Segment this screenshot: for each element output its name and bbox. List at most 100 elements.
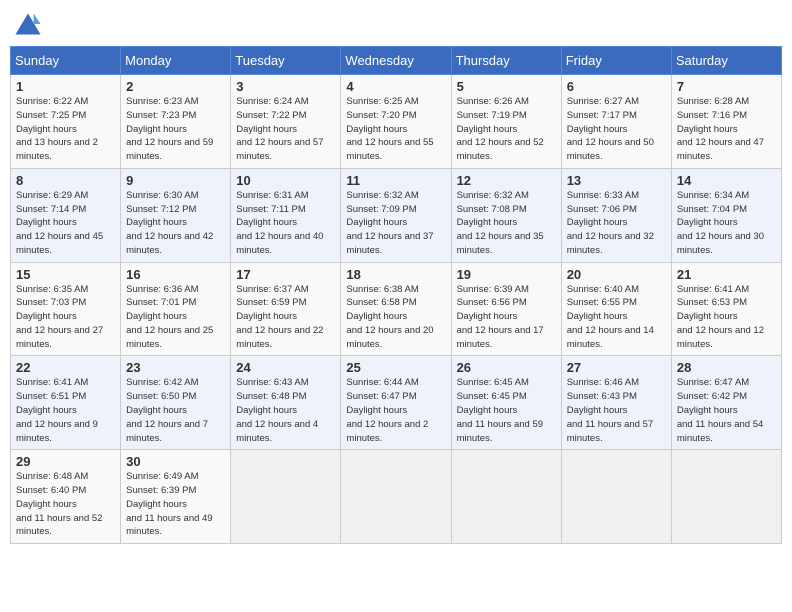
calendar-cell: 19 Sunrise: 6:39 AM Sunset: 6:56 PM Dayl…: [451, 262, 561, 356]
day-number: 21: [677, 267, 776, 282]
day-info: Sunrise: 6:45 AM Sunset: 6:45 PM Dayligh…: [457, 376, 556, 445]
day-info: Sunrise: 6:32 AM Sunset: 7:08 PM Dayligh…: [457, 189, 556, 258]
day-info: Sunrise: 6:41 AM Sunset: 6:53 PM Dayligh…: [677, 283, 776, 352]
day-number: 29: [16, 454, 115, 469]
calendar-cell: 30 Sunrise: 6:49 AM Sunset: 6:39 PM Dayl…: [121, 450, 231, 544]
calendar-cell: 15 Sunrise: 6:35 AM Sunset: 7:03 PM Dayl…: [11, 262, 121, 356]
day-number: 25: [346, 360, 445, 375]
calendar-cell: 16 Sunrise: 6:36 AM Sunset: 7:01 PM Dayl…: [121, 262, 231, 356]
day-info: Sunrise: 6:25 AM Sunset: 7:20 PM Dayligh…: [346, 95, 445, 164]
day-info: Sunrise: 6:30 AM Sunset: 7:12 PM Dayligh…: [126, 189, 225, 258]
day-of-week-header: Friday: [561, 47, 671, 75]
calendar-cell: 22 Sunrise: 6:41 AM Sunset: 6:51 PM Dayl…: [11, 356, 121, 450]
day-info: Sunrise: 6:27 AM Sunset: 7:17 PM Dayligh…: [567, 95, 666, 164]
day-number: 22: [16, 360, 115, 375]
calendar-cell: 6 Sunrise: 6:27 AM Sunset: 7:17 PM Dayli…: [561, 75, 671, 169]
day-number: 6: [567, 79, 666, 94]
calendar-cell: 9 Sunrise: 6:30 AM Sunset: 7:12 PM Dayli…: [121, 168, 231, 262]
calendar-cell: [231, 450, 341, 544]
calendar-cell: 25 Sunrise: 6:44 AM Sunset: 6:47 PM Dayl…: [341, 356, 451, 450]
day-number: 1: [16, 79, 115, 94]
calendar-cell: [671, 450, 781, 544]
calendar-cell: 2 Sunrise: 6:23 AM Sunset: 7:23 PM Dayli…: [121, 75, 231, 169]
day-number: 26: [457, 360, 556, 375]
day-number: 2: [126, 79, 225, 94]
day-info: Sunrise: 6:49 AM Sunset: 6:39 PM Dayligh…: [126, 470, 225, 539]
calendar-cell: [451, 450, 561, 544]
day-info: Sunrise: 6:24 AM Sunset: 7:22 PM Dayligh…: [236, 95, 335, 164]
calendar-cell: 18 Sunrise: 6:38 AM Sunset: 6:58 PM Dayl…: [341, 262, 451, 356]
day-number: 17: [236, 267, 335, 282]
day-info: Sunrise: 6:41 AM Sunset: 6:51 PM Dayligh…: [16, 376, 115, 445]
calendar-cell: 5 Sunrise: 6:26 AM Sunset: 7:19 PM Dayli…: [451, 75, 561, 169]
day-number: 14: [677, 173, 776, 188]
calendar-cell: 26 Sunrise: 6:45 AM Sunset: 6:45 PM Dayl…: [451, 356, 561, 450]
day-number: 12: [457, 173, 556, 188]
day-number: 18: [346, 267, 445, 282]
day-info: Sunrise: 6:23 AM Sunset: 7:23 PM Dayligh…: [126, 95, 225, 164]
day-number: 30: [126, 454, 225, 469]
calendar-cell: 24 Sunrise: 6:43 AM Sunset: 6:48 PM Dayl…: [231, 356, 341, 450]
page-header: [10, 10, 782, 38]
logo-icon: [14, 10, 42, 38]
day-number: 16: [126, 267, 225, 282]
day-number: 28: [677, 360, 776, 375]
day-of-week-header: Wednesday: [341, 47, 451, 75]
day-number: 24: [236, 360, 335, 375]
calendar-cell: 13 Sunrise: 6:33 AM Sunset: 7:06 PM Dayl…: [561, 168, 671, 262]
day-number: 15: [16, 267, 115, 282]
calendar-cell: 3 Sunrise: 6:24 AM Sunset: 7:22 PM Dayli…: [231, 75, 341, 169]
calendar-cell: 17 Sunrise: 6:37 AM Sunset: 6:59 PM Dayl…: [231, 262, 341, 356]
day-info: Sunrise: 6:43 AM Sunset: 6:48 PM Dayligh…: [236, 376, 335, 445]
calendar-cell: 4 Sunrise: 6:25 AM Sunset: 7:20 PM Dayli…: [341, 75, 451, 169]
day-number: 9: [126, 173, 225, 188]
day-number: 8: [16, 173, 115, 188]
calendar-cell: 27 Sunrise: 6:46 AM Sunset: 6:43 PM Dayl…: [561, 356, 671, 450]
calendar-cell: 11 Sunrise: 6:32 AM Sunset: 7:09 PM Dayl…: [341, 168, 451, 262]
day-info: Sunrise: 6:28 AM Sunset: 7:16 PM Dayligh…: [677, 95, 776, 164]
calendar-cell: 23 Sunrise: 6:42 AM Sunset: 6:50 PM Dayl…: [121, 356, 231, 450]
calendar-cell: [561, 450, 671, 544]
day-info: Sunrise: 6:35 AM Sunset: 7:03 PM Dayligh…: [16, 283, 115, 352]
day-of-week-header: Monday: [121, 47, 231, 75]
day-number: 4: [346, 79, 445, 94]
day-info: Sunrise: 6:26 AM Sunset: 7:19 PM Dayligh…: [457, 95, 556, 164]
day-info: Sunrise: 6:32 AM Sunset: 7:09 PM Dayligh…: [346, 189, 445, 258]
day-info: Sunrise: 6:47 AM Sunset: 6:42 PM Dayligh…: [677, 376, 776, 445]
day-of-week-header: Saturday: [671, 47, 781, 75]
day-info: Sunrise: 6:34 AM Sunset: 7:04 PM Dayligh…: [677, 189, 776, 258]
calendar-cell: 21 Sunrise: 6:41 AM Sunset: 6:53 PM Dayl…: [671, 262, 781, 356]
calendar-cell: 29 Sunrise: 6:48 AM Sunset: 6:40 PM Dayl…: [11, 450, 121, 544]
day-info: Sunrise: 6:44 AM Sunset: 6:47 PM Dayligh…: [346, 376, 445, 445]
day-info: Sunrise: 6:40 AM Sunset: 6:55 PM Dayligh…: [567, 283, 666, 352]
day-number: 7: [677, 79, 776, 94]
day-info: Sunrise: 6:42 AM Sunset: 6:50 PM Dayligh…: [126, 376, 225, 445]
day-of-week-header: Thursday: [451, 47, 561, 75]
day-info: Sunrise: 6:46 AM Sunset: 6:43 PM Dayligh…: [567, 376, 666, 445]
calendar-cell: 20 Sunrise: 6:40 AM Sunset: 6:55 PM Dayl…: [561, 262, 671, 356]
calendar-cell: 7 Sunrise: 6:28 AM Sunset: 7:16 PM Dayli…: [671, 75, 781, 169]
day-info: Sunrise: 6:31 AM Sunset: 7:11 PM Dayligh…: [236, 189, 335, 258]
day-number: 27: [567, 360, 666, 375]
calendar-cell: 12 Sunrise: 6:32 AM Sunset: 7:08 PM Dayl…: [451, 168, 561, 262]
day-number: 5: [457, 79, 556, 94]
day-number: 3: [236, 79, 335, 94]
calendar-table: SundayMondayTuesdayWednesdayThursdayFrid…: [10, 46, 782, 544]
day-info: Sunrise: 6:39 AM Sunset: 6:56 PM Dayligh…: [457, 283, 556, 352]
day-info: Sunrise: 6:22 AM Sunset: 7:25 PM Dayligh…: [16, 95, 115, 164]
day-info: Sunrise: 6:36 AM Sunset: 7:01 PM Dayligh…: [126, 283, 225, 352]
calendar-cell: 28 Sunrise: 6:47 AM Sunset: 6:42 PM Dayl…: [671, 356, 781, 450]
day-info: Sunrise: 6:29 AM Sunset: 7:14 PM Dayligh…: [16, 189, 115, 258]
calendar-cell: [341, 450, 451, 544]
day-info: Sunrise: 6:33 AM Sunset: 7:06 PM Dayligh…: [567, 189, 666, 258]
day-number: 13: [567, 173, 666, 188]
day-info: Sunrise: 6:37 AM Sunset: 6:59 PM Dayligh…: [236, 283, 335, 352]
calendar-cell: 8 Sunrise: 6:29 AM Sunset: 7:14 PM Dayli…: [11, 168, 121, 262]
day-number: 20: [567, 267, 666, 282]
day-number: 19: [457, 267, 556, 282]
logo: [14, 10, 46, 38]
day-of-week-header: Sunday: [11, 47, 121, 75]
calendar-cell: 1 Sunrise: 6:22 AM Sunset: 7:25 PM Dayli…: [11, 75, 121, 169]
day-number: 10: [236, 173, 335, 188]
day-of-week-header: Tuesday: [231, 47, 341, 75]
